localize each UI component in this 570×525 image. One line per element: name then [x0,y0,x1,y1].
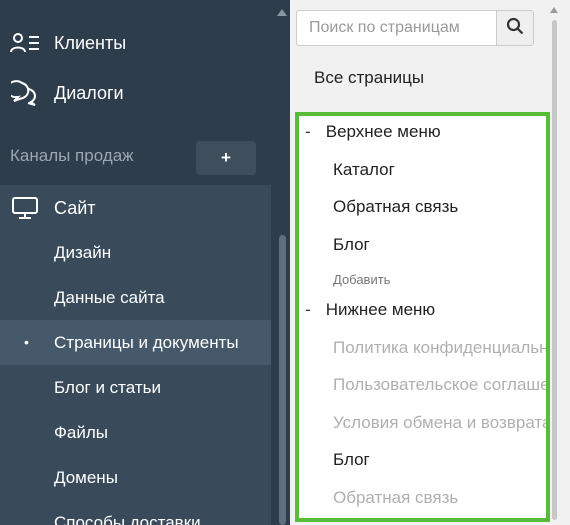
tree-item-blog[interactable]: Блог [333,235,370,255]
clients-icon [10,28,40,58]
sidebar-subitem-site-data[interactable]: Данные сайта [54,283,165,313]
search-bar [296,10,534,46]
tree-group-top-menu[interactable]: - Верхнее меню [305,122,441,142]
tree-group-label: Нижнее меню [325,300,436,319]
tree-item-catalog[interactable]: Каталог [333,160,395,180]
sidebar-item-clients[interactable]: Клиенты [10,28,126,58]
tree-item-feedback-footer[interactable]: Обратная связь [333,488,458,508]
add-channel-button[interactable]: + [196,141,256,175]
tree-item-privacy-policy[interactable]: Политика конфиденциальности [333,338,546,358]
section-label-sales-channels: Каналы продаж [10,146,134,165]
sidebar-subitem-domains[interactable]: Домены [54,463,118,493]
sidebar-subitem-pages-documents[interactable]: Страницы и документы [54,328,239,358]
panel-scroll-up-icon[interactable] [550,7,558,13]
panel-scrollbar[interactable] [552,20,557,520]
sidebar-scrollbar[interactable] [279,235,286,525]
sidebar-subitem-delivery-methods[interactable]: Способы доставки [54,508,201,525]
sidebar-subitem-design[interactable]: Дизайн [54,238,111,268]
add-item-link[interactable]: Добавить [333,272,390,287]
pages-panel: Все страницы - Верхнее меню Каталог Обра… [290,0,570,525]
search-icon [506,17,524,40]
menu-tree: - Верхнее меню Каталог Обратная связь Бл… [295,112,550,522]
tree-item-blog-footer[interactable]: Блог [333,450,370,470]
monitor-icon [10,193,40,223]
tree-item-user-agreement[interactable]: Пользовательское соглашение [333,375,546,395]
tree-item-feedback[interactable]: Обратная связь [333,197,458,217]
dialogs-icon [10,78,40,108]
search-input[interactable] [296,10,496,46]
collapse-dash-icon[interactable]: - [305,300,321,320]
tree-group-label: Верхнее меню [325,122,441,141]
sidebar-item-label: Диалоги [54,82,124,103]
sidebar: Клиенты Диалоги Каналы продаж + Сайт Диз… [0,0,290,525]
sidebar-subitem-files[interactable]: Файлы [54,418,108,448]
tree-group-bottom-menu[interactable]: - Нижнее меню [305,300,435,320]
sidebar-item-site[interactable]: Сайт [10,193,96,223]
sidebar-item-dialogs[interactable]: Диалоги [10,78,124,108]
sidebar-item-label: Клиенты [54,32,127,53]
search-button[interactable] [496,10,534,46]
sidebar-scroll-up-icon[interactable] [277,9,287,16]
all-pages-link[interactable]: Все страницы [314,68,424,88]
collapse-dash-icon[interactable]: - [305,122,321,142]
sidebar-item-label: Сайт [54,197,96,218]
active-bullet: • [24,334,29,350]
sidebar-subitem-blog-articles[interactable]: Блог и статьи [54,373,161,403]
tree-item-exchange-return[interactable]: Условия обмена и возврата [333,413,546,433]
